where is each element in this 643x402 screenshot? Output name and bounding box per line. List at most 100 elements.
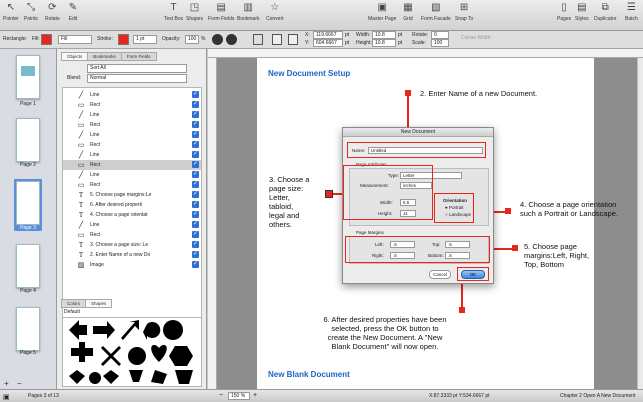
visibility-checkbox[interactable]: ✓	[192, 91, 199, 98]
bookmark-tool[interactable]: ▥ Bookmark	[237, 2, 260, 22]
batch-tool[interactable]: ☰ Batch	[625, 2, 638, 22]
y-field[interactable]: 604.6667	[313, 39, 343, 47]
margins-highlight-box[interactable]	[345, 236, 490, 263]
actions-icon[interactable]	[226, 34, 237, 45]
sidebar-toggle-icon[interactable]: ▣	[3, 393, 10, 401]
object-list-item[interactable]: ▭ Rect ✓	[63, 180, 201, 190]
step4-connector[interactable]	[493, 211, 505, 213]
ok-highlight-box[interactable]	[457, 267, 489, 281]
visibility-checkbox[interactable]: ✓	[192, 251, 199, 258]
textbox-tool[interactable]: T Text Box	[164, 2, 183, 22]
step3-marker-selected[interactable]	[325, 190, 333, 198]
step3-text[interactable]: 3. Choose a page size: Letter, tabloid, …	[269, 175, 309, 229]
object-list-item[interactable]: ╱ Line ✓	[63, 90, 201, 100]
visibility-checkbox[interactable]: ✓	[192, 181, 199, 188]
object-list-item[interactable]: ▭ Rect ✓	[63, 230, 201, 240]
tab-bookmarks[interactable]: Bookmarks	[87, 52, 122, 61]
visibility-checkbox[interactable]: ✓	[192, 131, 199, 138]
visibility-checkbox[interactable]: ✓	[192, 211, 199, 218]
zoom-out-icon[interactable]: −	[219, 392, 223, 399]
step6-text[interactable]: 6. After desired properties have been se…	[300, 315, 470, 351]
scale-field[interactable]: 100	[431, 39, 449, 47]
zoom-in-icon[interactable]: +	[253, 392, 257, 399]
convert-tool[interactable]: ☆ Convert	[266, 2, 284, 22]
page-thumbnail-3[interactable]	[14, 179, 42, 227]
object-list-item[interactable]: ╱ Line ✓	[63, 150, 201, 160]
object-list-item[interactable]: ╱ Line ✓	[63, 170, 201, 180]
object-list-item[interactable]: ▨ Image ✓	[63, 260, 201, 270]
pointer-tool[interactable]: ↖ Pointer	[3, 2, 19, 22]
visibility-checkbox[interactable]: ✓	[192, 231, 199, 238]
visibility-checkbox[interactable]: ✓	[192, 111, 199, 118]
masterpage-tool[interactable]: ▣ Master Page	[368, 2, 396, 22]
visibility-checkbox[interactable]: ✓	[192, 151, 199, 158]
align-icon[interactable]	[272, 34, 282, 45]
object-list-item[interactable]: T 4. Choose a page orientat ✓	[63, 210, 201, 220]
page-size-highlight-box[interactable]	[343, 165, 433, 220]
fill-color-swatch[interactable]	[41, 34, 52, 45]
object-list-item[interactable]: ╱ Line ✓	[63, 130, 201, 140]
step6-marker[interactable]	[459, 307, 465, 313]
stroke-width-field[interactable]: 1 pt	[133, 35, 157, 44]
page-thumbnail-5[interactable]	[16, 307, 40, 351]
tab-shapes[interactable]: Shapes	[85, 299, 113, 308]
stroke-color-swatch[interactable]	[118, 34, 129, 45]
fill-mode-select[interactable]: Fill	[58, 35, 92, 44]
points-tool[interactable]: ⤡ Points	[24, 2, 38, 22]
visibility-checkbox[interactable]: ✓	[192, 141, 199, 148]
step5-text[interactable]: 5. Choose page margins:Left, Right, Top,…	[524, 242, 589, 269]
step4-text[interactable]: 4. Choose a page orientation such a Port…	[520, 200, 618, 218]
object-list-item[interactable]: ▭ Rect ✓	[63, 120, 201, 130]
distribute-icon[interactable]	[288, 34, 298, 45]
object-list-item[interactable]: ▭ Rect ✓	[63, 100, 201, 110]
object-list-item[interactable]: ▭ Rect ✓	[63, 140, 201, 150]
blend-select[interactable]: Normal	[87, 74, 187, 83]
opacity-field[interactable]: 100	[185, 35, 199, 44]
duplicator-tool[interactable]: ⧉ Duplicator	[594, 2, 617, 22]
group-icon[interactable]	[253, 34, 263, 45]
object-list-item[interactable]: T 2. Enter Name of a new Do ✓	[63, 250, 201, 260]
dialog-cancel-button[interactable]: Cancel	[429, 270, 451, 279]
add-page-icon[interactable]: +	[4, 379, 9, 388]
page-thumbnail-4[interactable]	[16, 244, 40, 288]
formfacade-tool[interactable]: ▧ Form Facade	[421, 2, 451, 22]
object-list-item[interactable]: T 5. Choose page margins:Le ✓	[63, 190, 201, 200]
height-field[interactable]: 10.8	[372, 39, 396, 47]
sort-select[interactable]: Sort All	[87, 64, 187, 73]
zoom-select[interactable]: 150 %	[228, 392, 250, 400]
visibility-checkbox[interactable]: ✓	[192, 221, 199, 228]
tab-form-fields[interactable]: Form Fields	[120, 52, 157, 61]
visibility-checkbox[interactable]: ✓	[192, 171, 199, 178]
tab-colors[interactable]: Colors	[61, 299, 87, 308]
visibility-checkbox[interactable]: ✓	[192, 261, 199, 268]
step5-marker[interactable]	[512, 245, 518, 251]
object-list-item[interactable]: ▭ Rect ✓	[63, 160, 201, 170]
visibility-checkbox[interactable]: ✓	[192, 121, 199, 128]
pages-tool[interactable]: ▯ Pages	[557, 2, 571, 22]
object-list-item[interactable]: T 6. After desired properti ✓	[63, 200, 201, 210]
grid-tool[interactable]: ▦ Grid	[402, 2, 414, 22]
visibility-checkbox[interactable]: ✓	[192, 201, 199, 208]
snapto-tool[interactable]: ⊞ Snap To	[455, 2, 473, 22]
vertical-scrollbar[interactable]	[637, 58, 643, 389]
step2-text[interactable]: 2. Enter Name of a new Document.	[420, 89, 537, 98]
page-thumbnail-2[interactable]	[16, 118, 40, 162]
orientation-highlight-box[interactable]	[434, 193, 474, 223]
styles-tool[interactable]: ▤ Styles	[575, 2, 589, 22]
step4-marker[interactable]	[505, 208, 511, 214]
step6-connector[interactable]	[461, 282, 463, 308]
effects-icon[interactable]	[212, 34, 223, 45]
object-list-item[interactable]: ╱ Line ✓	[63, 110, 201, 120]
heading-new-document-setup[interactable]: New Document Setup	[268, 69, 350, 78]
rotate-tool[interactable]: ⟳ Rotate	[45, 2, 60, 22]
remove-page-icon[interactable]: −	[17, 379, 22, 388]
formfields-tool[interactable]: ▤ Form Fields	[208, 2, 234, 22]
visibility-checkbox[interactable]: ✓	[192, 241, 199, 248]
shapes-tool[interactable]: ◳ Shapes	[186, 2, 203, 22]
object-list-item[interactable]: ╱ Line ✓	[63, 220, 201, 230]
page-thumbnail-1[interactable]	[16, 55, 40, 99]
visibility-checkbox[interactable]: ✓	[192, 191, 199, 198]
visibility-checkbox[interactable]: ✓	[192, 101, 199, 108]
tab-objects[interactable]: Objects	[61, 52, 89, 61]
visibility-checkbox[interactable]: ✓	[192, 161, 199, 168]
